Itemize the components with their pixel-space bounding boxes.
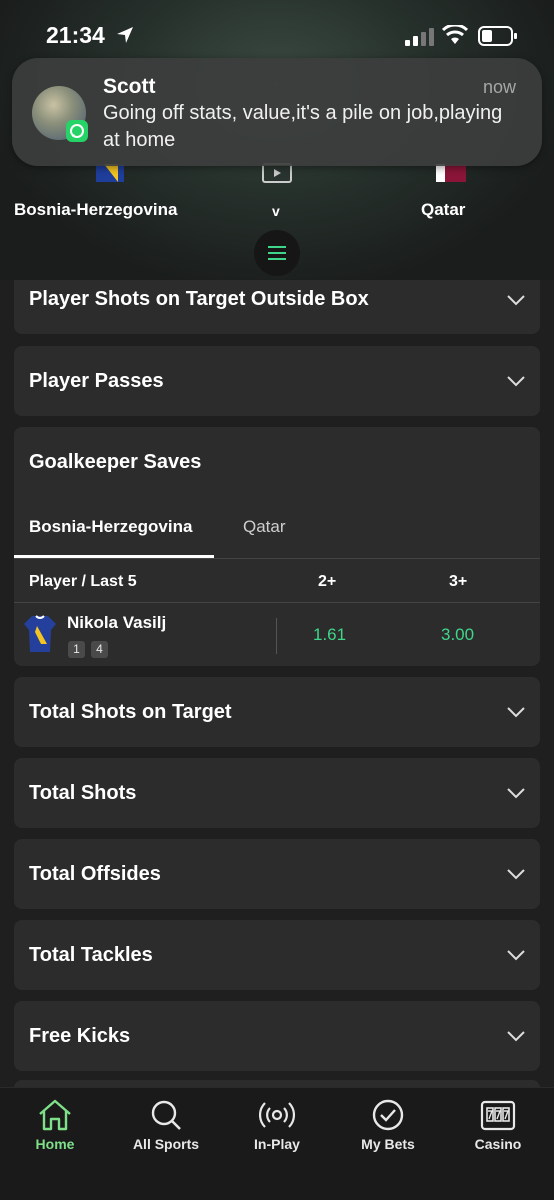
notification-time: now: [483, 77, 517, 97]
tab-home-team[interactable]: Bosnia-Herzegovina: [29, 517, 192, 537]
column-header-2plus: 2+: [318, 573, 337, 590]
nav-label: Casino: [474, 1136, 522, 1152]
away-team-name[interactable]: Qatar: [421, 200, 465, 220]
chevron-down-icon: [507, 869, 525, 880]
cellular-signal-icon: [405, 28, 434, 46]
nav-my-bets[interactable]: My Bets: [333, 1088, 443, 1168]
nav-home[interactable]: Home: [0, 1088, 110, 1168]
divider: [276, 618, 277, 654]
status-bar: 21:34: [0, 0, 554, 60]
market-title: Goalkeeper Saves: [29, 451, 202, 473]
nav-label: Home: [35, 1136, 75, 1152]
market-title: Total Tackles: [29, 944, 153, 966]
market-total-shots[interactable]: Total Shots: [14, 758, 540, 828]
market-goalkeeper-saves: Goalkeeper Saves Bosnia-Herzegovina Qata…: [14, 427, 540, 666]
notification-sender: Scott: [103, 75, 156, 98]
chevron-down-icon: [507, 376, 525, 387]
home-icon: [39, 1099, 71, 1131]
checkmark-circle-icon: [372, 1099, 404, 1131]
market-player-shots-outside-box[interactable]: Player Shots on Target Outside Box: [14, 280, 540, 334]
market-title: Free Kicks: [29, 1025, 131, 1047]
nav-all-sports[interactable]: All Sports: [111, 1088, 221, 1168]
jersey-icon: [24, 615, 56, 652]
market-title: Total Shots on Target: [29, 701, 232, 723]
column-header-player: Player / Last 5: [29, 573, 137, 590]
chevron-down-icon: [507, 1031, 525, 1042]
odds-3plus-button[interactable]: 3.00: [441, 625, 474, 645]
nav-casino[interactable]: Casino: [443, 1088, 553, 1168]
nav-label: All Sports: [132, 1136, 200, 1152]
market-title: Player Passes: [29, 370, 164, 392]
video-play-icon[interactable]: [262, 163, 292, 183]
qatar-flag-icon: [436, 164, 466, 182]
market-player-passes[interactable]: Player Passes: [14, 346, 540, 416]
market-title: Total Offsides: [29, 863, 161, 885]
chevron-down-icon: [507, 788, 525, 799]
slot-machine-icon: [480, 1100, 516, 1131]
chevron-down-icon: [507, 707, 525, 718]
divider: [14, 558, 540, 559]
whatsapp-icon: [66, 120, 88, 142]
market-total-tackles[interactable]: Total Tackles: [14, 920, 540, 990]
chevron-down-icon: [507, 950, 525, 961]
form-badge: 1: [68, 641, 85, 658]
market-free-kicks[interactable]: Free Kicks: [14, 1001, 540, 1071]
form-badge: 4: [91, 641, 108, 658]
market-total-shots-on-target[interactable]: Total Shots on Target: [14, 677, 540, 747]
nav-label: My Bets: [361, 1136, 415, 1152]
wifi-icon: [442, 25, 468, 44]
market-title: Total Shots: [29, 782, 137, 804]
bosnia-flag-icon: [96, 164, 124, 182]
battery-icon: [478, 26, 517, 46]
market-title: Player Shots on Target Outside Box: [29, 288, 369, 310]
notification-message: Going off stats, value,it's a pile on jo…: [103, 102, 503, 151]
chevron-down-icon: [507, 295, 525, 306]
bottom-navigation: Home All Sports In-Play My Bets Casino: [0, 1087, 554, 1200]
search-icon: [151, 1100, 181, 1130]
hamburger-menu-icon: [268, 246, 286, 260]
player-name: Nikola Vasilj: [67, 613, 167, 632]
divider: [14, 602, 540, 603]
home-team-name[interactable]: Bosnia-Herzegovina: [14, 200, 177, 220]
status-time: 21:34: [46, 22, 105, 48]
tab-away-team[interactable]: Qatar: [243, 517, 286, 537]
versus-label: v: [272, 203, 280, 219]
market-total-offsides[interactable]: Total Offsides: [14, 839, 540, 909]
odds-2plus-button[interactable]: 1.61: [313, 625, 346, 645]
broadcast-icon: [259, 1102, 295, 1128]
column-header-3plus: 3+: [449, 573, 468, 590]
market-menu-button[interactable]: [254, 230, 300, 276]
nav-in-play[interactable]: In-Play: [222, 1088, 332, 1168]
nav-label: In-Play: [254, 1136, 300, 1152]
location-arrow-icon: [117, 27, 133, 43]
